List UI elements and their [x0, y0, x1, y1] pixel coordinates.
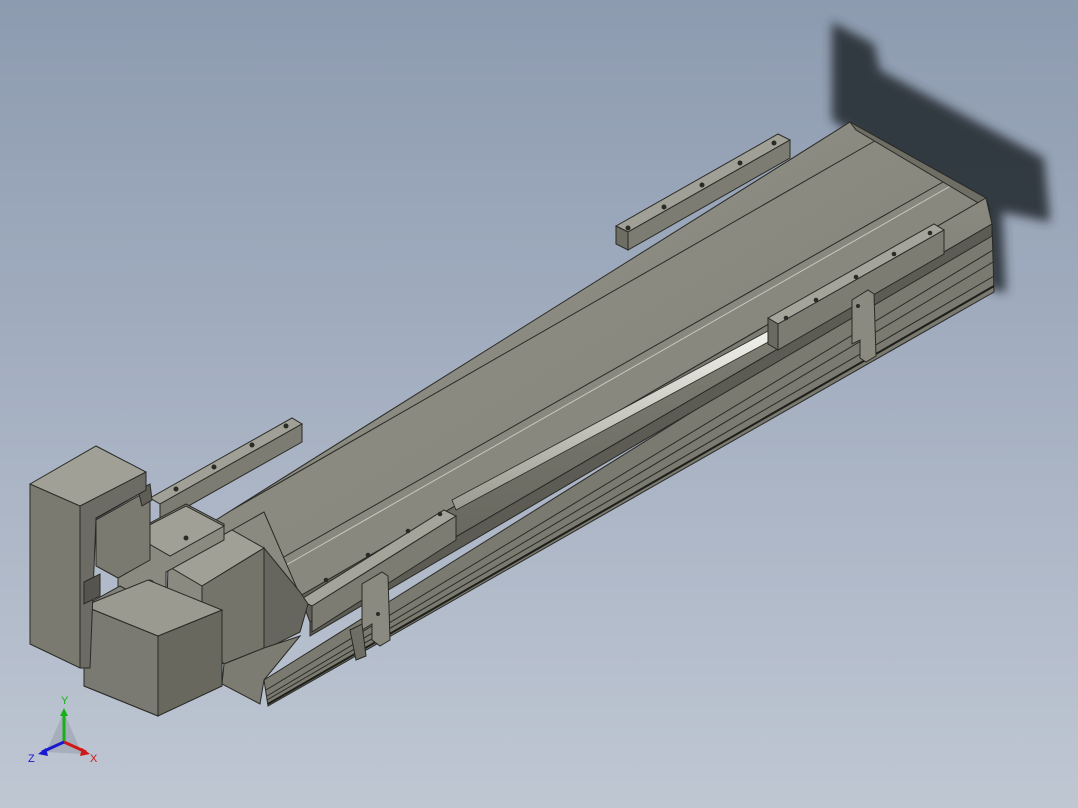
- z-axis-label: Z: [28, 753, 35, 765]
- orientation-triad[interactable]: Y X Z: [24, 692, 104, 772]
- y-axis-arrow: [60, 708, 68, 716]
- y-axis-label: Y: [61, 695, 69, 707]
- x-axis-label: X: [90, 753, 98, 765]
- cad-3d-viewport[interactable]: Y X Z: [0, 0, 1078, 808]
- linear-actuator-model[interactable]: [0, 0, 1078, 808]
